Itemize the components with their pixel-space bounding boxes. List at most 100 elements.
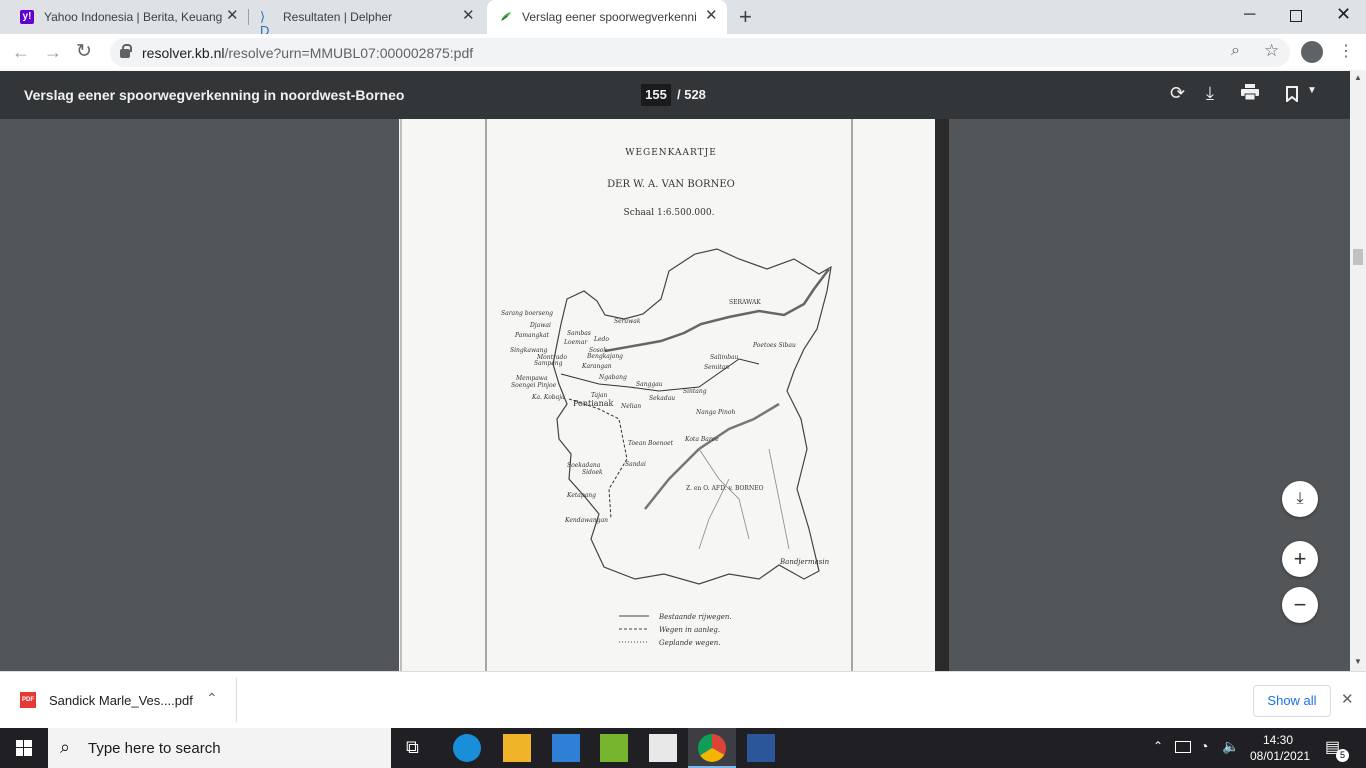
download-icon[interactable]: ⤓	[1206, 83, 1214, 104]
fit-to-page-button[interactable]: ⤓	[1282, 481, 1318, 517]
place-label: Sarang boerseng	[501, 310, 553, 317]
pdf-file-icon: PDF	[20, 692, 36, 708]
tab-yahoo[interactable]: y! Yahoo Indonesia | Berita, Keuang ✕	[8, 0, 246, 34]
place-label: Sandai	[625, 461, 646, 468]
place-label: Djawai	[529, 322, 551, 329]
chrome-taskbar-active[interactable]	[688, 728, 736, 768]
taskbar-search-placeholder: Type here to search	[88, 740, 221, 757]
wifi-icon[interactable]: ◔	[1200, 738, 1208, 754]
delpher-icon: ⟩D	[260, 9, 270, 38]
place-label: Nelian	[620, 403, 641, 410]
search-icon: ⌕	[60, 737, 71, 757]
place-label: Karangan	[581, 363, 612, 370]
close-window-icon[interactable]: ✕	[1336, 4, 1351, 25]
word-icon[interactable]	[747, 734, 775, 762]
place-label: Sanggau	[636, 381, 663, 388]
profile-avatar-icon[interactable]	[1301, 41, 1323, 63]
place-label: Sambas	[567, 330, 591, 337]
show-all-button[interactable]: Show all	[1253, 685, 1331, 717]
place-label: Sintang	[683, 388, 707, 395]
chevron-down-icon[interactable]: ▼	[1307, 85, 1317, 96]
mail-icon[interactable]	[552, 734, 580, 762]
clock-date: 08/01/2021	[1250, 749, 1311, 763]
tab-separator	[248, 9, 249, 25]
place-label: Loemar	[563, 339, 588, 346]
menu-kebab-icon[interactable]: ⋮	[1338, 41, 1354, 61]
close-tab-icon[interactable]: ✕	[462, 8, 475, 24]
close-shelf-icon[interactable]: ✕	[1341, 690, 1354, 708]
zoom-icon[interactable]: ⌕	[1231, 42, 1240, 60]
url-text: resolver.kb.nl/resolve?urn=MMUBL07:00000…	[142, 45, 473, 61]
forward-icon[interactable]: →	[44, 42, 62, 63]
place-label: Ngabang	[598, 374, 627, 381]
battery-icon[interactable]	[1175, 741, 1191, 753]
scrollbar[interactable]: ▲ ▼	[1350, 71, 1366, 671]
chrome-icon	[698, 734, 726, 762]
place-label: Salimbau	[710, 354, 739, 361]
region-label: SERAWAK	[729, 299, 761, 306]
notification-count-badge: 5	[1336, 749, 1349, 762]
place-label: Pamangkat	[514, 332, 550, 339]
tab-title: Yahoo Indonesia | Berita, Keuang	[44, 10, 223, 24]
close-tab-icon[interactable]: ✕	[226, 8, 239, 24]
place-label: Kendawangan	[564, 517, 608, 524]
minimize-icon[interactable]: ─	[1244, 6, 1255, 24]
taskbar-search[interactable]: ⌕ Type here to search	[48, 728, 391, 768]
download-shelf: PDF Sandick Marle_Ves....pdf ⌃ Show all …	[0, 671, 1366, 729]
map-scale: Schaal 1:6.500.000.	[624, 208, 715, 218]
print-icon[interactable]	[1241, 84, 1259, 101]
back-icon[interactable]: ←	[12, 42, 30, 63]
place-label: Poetoes Sibau	[752, 342, 796, 349]
place-label: Sidoek	[582, 469, 603, 476]
volume-icon[interactable]: 🔈	[1222, 738, 1239, 755]
bookmark-icon[interactable]	[1286, 86, 1298, 107]
place-label: Pontianak	[573, 399, 613, 408]
store-icon[interactable]	[649, 734, 677, 762]
place-label: Ka. Kobaja	[531, 394, 565, 401]
zoom-in-button[interactable]: +	[1282, 541, 1318, 577]
place-label: Tajan	[591, 392, 608, 399]
chevron-up-icon[interactable]: ⌃	[1153, 739, 1163, 753]
taskbar: ⌕ Type here to search ⧉ ⌃ ◔ 🔈 14:30 08/0…	[0, 728, 1366, 768]
green-app-icon[interactable]	[600, 734, 628, 762]
tab-strip: y! Yahoo Indonesia | Berita, Keuang ✕ ⟩D…	[0, 0, 1366, 38]
bookmark-star-icon[interactable]: ☆	[1264, 41, 1279, 61]
system-clock[interactable]: 14:30 08/01/2021	[1250, 732, 1311, 764]
zoom-out-button[interactable]: −	[1282, 587, 1318, 623]
download-item[interactable]: Sandick Marle_Ves....pdf	[49, 693, 193, 708]
new-tab-button[interactable]: +	[739, 4, 752, 30]
map-coastline	[552, 248, 832, 585]
close-tab-icon[interactable]: ✕	[705, 8, 718, 24]
pdf-page: WEGENKAARTJE DER W. A. VAN BORNEO Schaal…	[399, 119, 943, 671]
windows-start-icon[interactable]	[16, 740, 32, 761]
legend-entry: Geplande wegen.	[659, 639, 720, 647]
task-view-icon[interactable]: ⧉	[406, 737, 419, 758]
tab-verslag[interactable]: Verslag eener spoorwegverkenni ✕	[487, 0, 727, 34]
url-path: /resolve?urn=MMUBL07:000002875:pdf	[224, 45, 474, 61]
scrollbar-thumb[interactable]	[1353, 249, 1363, 265]
file-explorer-icon[interactable]	[503, 734, 531, 762]
scroll-up-icon[interactable]: ▲	[1354, 73, 1362, 82]
page-total: / 528	[677, 87, 706, 102]
tab-delpher[interactable]: ⟩D Resultaten | Delpher ✕	[250, 0, 488, 38]
place-label: Sekadau	[649, 395, 675, 402]
pdf-toolbar: Verslag eener spoorwegverkenning in noor…	[0, 71, 1366, 119]
map-border	[604, 268, 830, 353]
chevron-up-icon[interactable]: ⌃	[206, 690, 218, 707]
map-heading: WEGENKAARTJE	[625, 148, 717, 158]
place-label: Mempawa	[515, 375, 548, 382]
place-label: Toean Boenoet	[628, 440, 674, 447]
restore-icon[interactable]	[1290, 10, 1302, 22]
page-number-input[interactable]: 155	[641, 84, 671, 106]
reload-icon[interactable]: ↻	[76, 40, 92, 63]
address-bar[interactable]: resolver.kb.nl/resolve?urn=MMUBL07:00000…	[110, 38, 1290, 67]
browser-toolbar: ← → ↻ resolver.kb.nl/resolve?urn=MMUBL07…	[0, 34, 1366, 72]
edge-icon[interactable]	[453, 734, 481, 762]
region-label: Z. en O. AFD. v. BORNEO	[686, 485, 764, 492]
lock-shackle	[122, 44, 132, 52]
kb-icon	[499, 10, 513, 24]
rotate-icon[interactable]: ⟳	[1170, 83, 1185, 104]
place-label: Ledo	[593, 336, 609, 343]
scroll-down-icon[interactable]: ▼	[1354, 657, 1362, 666]
place-label: Bengkajang	[586, 353, 623, 360]
